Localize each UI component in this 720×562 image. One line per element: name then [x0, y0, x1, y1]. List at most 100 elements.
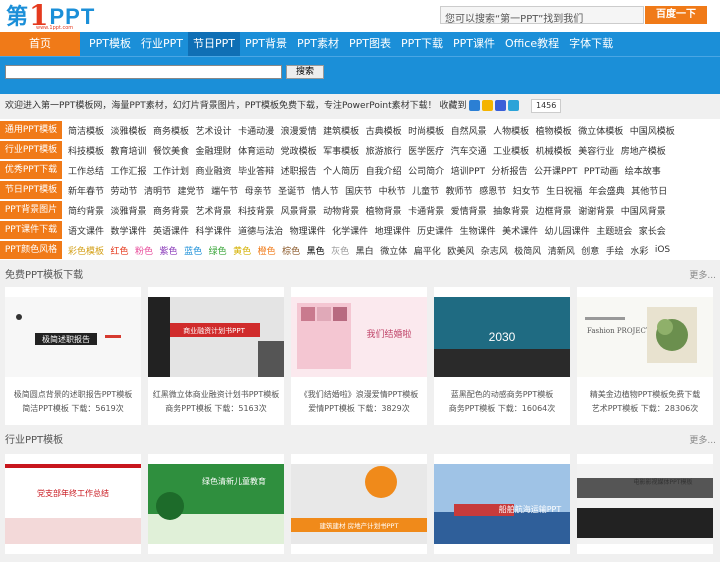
template-card[interactable]: 船舶航海运输PPT [434, 454, 570, 554]
category-link[interactable]: 体育运动 [238, 144, 274, 157]
category-link[interactable]: 家长会 [639, 224, 666, 237]
category-link[interactable]: 橙色 [258, 244, 276, 257]
category-link[interactable]: 极简风 [514, 244, 541, 257]
paw-icon[interactable] [495, 100, 506, 111]
category-link[interactable]: 自然风景 [451, 124, 487, 137]
category-link[interactable]: 微立体 [380, 244, 407, 257]
category-label[interactable]: 通用PPT模板 [0, 120, 62, 140]
category-link[interactable]: 创意 [581, 244, 599, 257]
category-link[interactable]: 风景背景 [281, 204, 317, 217]
category-link[interactable]: 古典模板 [366, 124, 402, 137]
category-link[interactable]: 商务模板 [153, 124, 189, 137]
template-card[interactable]: 绿色清新儿童教育 [148, 454, 284, 554]
category-link[interactable]: 自我介绍 [366, 164, 402, 177]
category-link[interactable]: 儿童节 [412, 184, 439, 197]
category-link[interactable]: 感恩节 [479, 184, 506, 197]
category-link[interactable]: 建筑模板 [323, 124, 359, 137]
thumbnail[interactable]: 我们结婚啦 [291, 297, 427, 377]
nav-home[interactable]: 首页 [0, 32, 80, 56]
category-link[interactable]: 黑白 [356, 244, 374, 257]
card-title[interactable]: 极简圆点背景的述职报告PPT模板 [5, 389, 141, 400]
category-link[interactable]: 人物模板 [493, 124, 529, 137]
category-link[interactable]: 建党节 [178, 184, 205, 197]
category-link[interactable]: 简洁模板 [68, 124, 104, 137]
nav-item[interactable]: PPT素材 [292, 32, 344, 56]
category-link[interactable]: 金融理财 [196, 144, 232, 157]
category-link[interactable]: 房地产模板 [621, 144, 666, 157]
category-link[interactable]: 劳动节 [111, 184, 138, 197]
category-link[interactable]: 语文课件 [68, 224, 104, 237]
category-link[interactable]: 幼儿园课件 [545, 224, 590, 237]
category-link[interactable]: 道德与法治 [238, 224, 283, 237]
category-link[interactable]: 公司简介 [408, 164, 444, 177]
category-link[interactable]: iOS [655, 245, 670, 255]
category-link[interactable]: 工作总结 [68, 164, 104, 177]
category-link[interactable]: 植物背景 [366, 204, 402, 217]
site-search-input[interactable] [5, 65, 282, 79]
category-link[interactable]: 教师节 [446, 184, 473, 197]
thumbnail[interactable]: 商业融资计划书PPT [148, 297, 284, 377]
template-card[interactable]: Fashion PROJECT 精美金边植物PPT模板免费下载 艺术PPT模板 … [577, 287, 713, 425]
category-link[interactable]: 灰色 [331, 244, 349, 257]
qq-icon[interactable] [508, 100, 519, 111]
category-link[interactable]: 餐饮美食 [153, 144, 189, 157]
category-link[interactable]: 妇女节 [513, 184, 540, 197]
thumbnail[interactable]: 2030 [434, 297, 570, 377]
category-link[interactable]: 中秋节 [379, 184, 406, 197]
thumbnail[interactable]: 党支部年终工作总结 [5, 464, 141, 544]
category-link[interactable]: 艺术背景 [196, 204, 232, 217]
category-link[interactable]: 动物背景 [323, 204, 359, 217]
category-link[interactable]: 军事模板 [323, 144, 359, 157]
card-title[interactable]: 精美金边植物PPT模板免费下载 [577, 389, 713, 400]
baidu-search-button[interactable]: 百度一下 [645, 6, 707, 24]
category-link[interactable]: 淡雅背景 [111, 204, 147, 217]
category-link[interactable]: 艺术设计 [196, 124, 232, 137]
category-link[interactable]: 述职报告 [281, 164, 317, 177]
category-link[interactable]: 黄色 [233, 244, 251, 257]
category-link[interactable]: 爱情背景 [451, 204, 487, 217]
card-title[interactable]: 蓝黑配色的动感商务PPT模板 [434, 389, 570, 400]
category-link[interactable]: 紫色 [160, 244, 178, 257]
category-link[interactable]: 机械模板 [536, 144, 572, 157]
thumbnail[interactable]: 船舶航海运输PPT [434, 464, 570, 544]
nav-item[interactable]: PPT下载 [396, 32, 448, 56]
category-link[interactable]: 边框背景 [536, 204, 572, 217]
category-link[interactable]: 清新风 [548, 244, 575, 257]
category-link[interactable]: 公开课PPT [534, 164, 577, 177]
category-link[interactable]: 美术课件 [502, 224, 538, 237]
category-link[interactable]: 中国风背景 [621, 204, 666, 217]
category-link[interactable]: 手绘 [606, 244, 624, 257]
category-label[interactable]: PPT背景图片 [0, 200, 62, 220]
category-link[interactable]: 黑色 [307, 244, 325, 257]
category-link[interactable]: 汽车交通 [451, 144, 487, 157]
nav-item[interactable]: 字体下载 [564, 32, 618, 56]
template-card[interactable]: 2030 蓝黑配色的动感商务PPT模板 商务PPT模板 下载：16064次 [434, 287, 570, 425]
category-link[interactable]: 科学课件 [196, 224, 232, 237]
category-link[interactable]: 卡通动漫 [238, 124, 274, 137]
category-link[interactable]: 历史课件 [417, 224, 453, 237]
category-label[interactable]: 节日PPT模板 [0, 180, 62, 200]
category-link[interactable]: 圣诞节 [278, 184, 305, 197]
category-link[interactable]: 商务背景 [153, 204, 189, 217]
template-card[interactable]: 商业融资计划书PPT 红黑微立体商业融资计划书PPT模板 商务PPT模板 下载：… [148, 287, 284, 425]
category-link[interactable]: PPT动画 [584, 164, 618, 177]
category-link[interactable]: 个人简历 [323, 164, 359, 177]
more-link[interactable]: 更多... [689, 430, 716, 452]
category-link[interactable]: 党政模板 [281, 144, 317, 157]
category-link[interactable]: 扁平化 [414, 244, 441, 257]
category-label[interactable]: 行业PPT模板 [0, 140, 62, 160]
thumbnail[interactable]: Fashion PROJECT [577, 297, 713, 377]
category-link[interactable]: 水彩 [630, 244, 648, 257]
template-card[interactable]: 极简述职报告 极简圆点背景的述职报告PPT模板 简洁PPT模板 下载：5619次 [5, 287, 141, 425]
category-link[interactable]: 端午节 [211, 184, 238, 197]
category-link[interactable]: 谢谢背景 [578, 204, 614, 217]
category-label[interactable]: PPT课件下载 [0, 220, 62, 240]
category-link[interactable]: 旅游旅行 [366, 144, 402, 157]
category-link[interactable]: 淡雅模板 [111, 124, 147, 137]
category-link[interactable]: 浪漫爱情 [281, 124, 317, 137]
template-card[interactable]: 党支部年终工作总结 [5, 454, 141, 554]
category-link[interactable]: 其他节日 [631, 184, 667, 197]
category-link[interactable]: 物理课件 [290, 224, 326, 237]
nav-item[interactable]: PPT课件 [448, 32, 500, 56]
search-input[interactable]: 您可以搜索“第一PPT”找到我们 [440, 6, 644, 25]
